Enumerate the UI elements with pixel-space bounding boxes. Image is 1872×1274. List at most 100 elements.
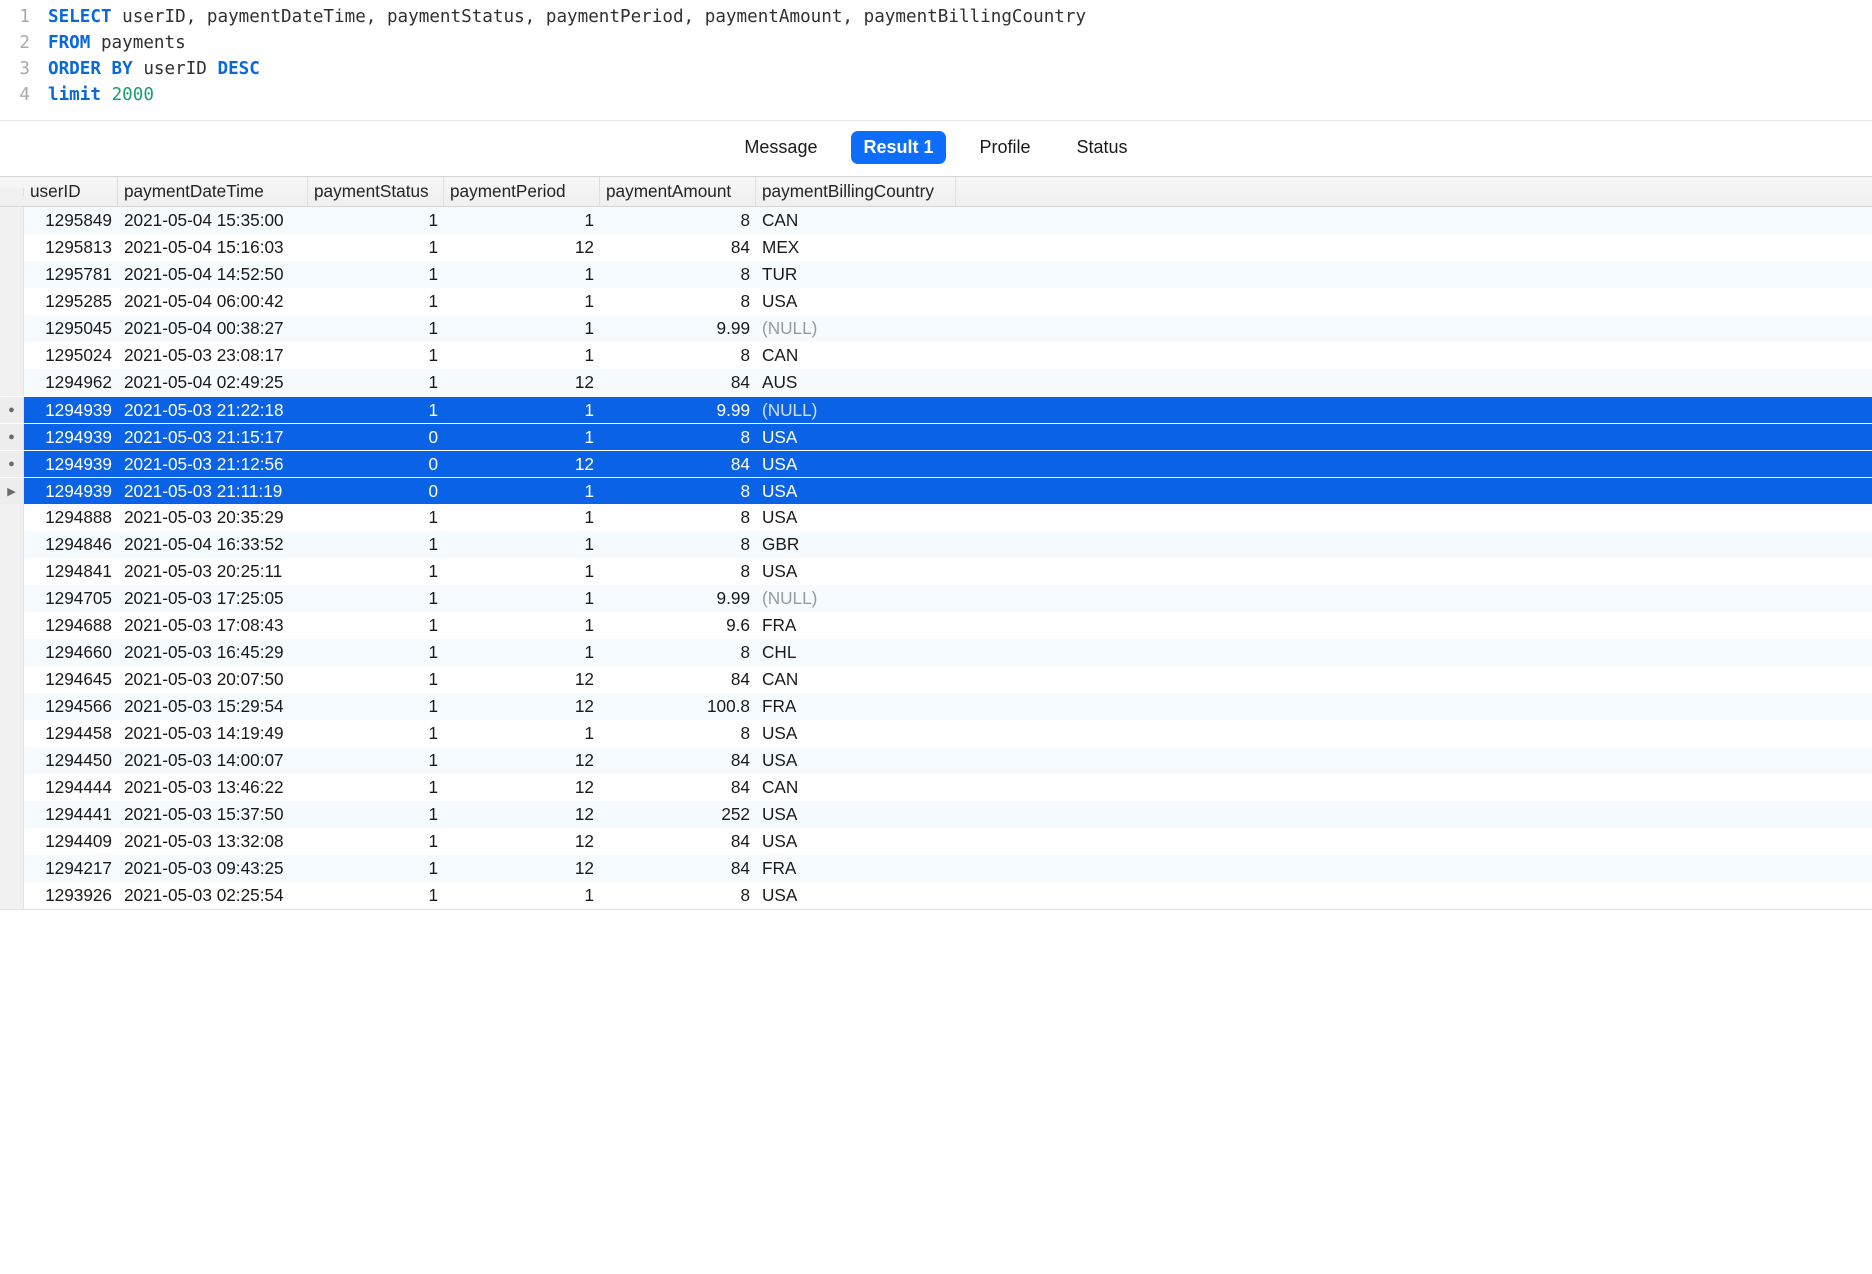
row-marker[interactable] [0,720,24,747]
col-header[interactable]: userID [24,177,118,206]
cell-period[interactable]: 1 [444,427,600,448]
cell-status[interactable]: 0 [308,481,444,502]
cell-datetime[interactable]: 2021-05-04 15:35:00 [118,210,308,231]
cell-status[interactable]: 1 [308,777,444,798]
cell-userid[interactable]: 1295781 [24,264,118,285]
cell-userid[interactable]: 1295849 [24,210,118,231]
cell-status[interactable]: 1 [308,642,444,663]
cell-country[interactable]: CAN [756,777,956,798]
cell-amount[interactable]: 8 [600,345,756,366]
row-marker[interactable] [0,315,24,342]
cell-status[interactable]: 1 [308,858,444,879]
cell-amount[interactable]: 84 [600,858,756,879]
cell-status[interactable]: 1 [308,696,444,717]
table-row[interactable]: 12939262021-05-03 02:25:54118USA [0,882,1872,909]
cell-amount[interactable]: 9.99 [600,400,756,421]
table-row[interactable]: 12948462021-05-04 16:33:52118GBR [0,531,1872,558]
table-row[interactable]: 12946452021-05-03 20:07:5011284CAN [0,666,1872,693]
col-header[interactable]: paymentStatus [308,177,444,206]
cell-status[interactable]: 1 [308,291,444,312]
cell-country[interactable]: USA [756,831,956,852]
cell-period[interactable]: 1 [444,318,600,339]
cell-userid[interactable]: 1295045 [24,318,118,339]
cell-amount[interactable]: 8 [600,507,756,528]
cell-userid[interactable]: 1294939 [24,454,118,475]
cell-country[interactable]: USA [756,481,956,502]
editor-line[interactable]: 1SELECT userID, paymentDateTime, payment… [0,4,1872,30]
cell-datetime[interactable]: 2021-05-04 02:49:25 [118,372,308,393]
tab-result-1[interactable]: Result 1 [851,131,945,164]
col-header[interactable]: paymentBillingCountry [756,177,956,206]
row-marker[interactable] [0,774,24,801]
cell-userid[interactable]: 1294888 [24,507,118,528]
cell-status[interactable]: 1 [308,804,444,825]
cell-status[interactable]: 1 [308,400,444,421]
cell-period[interactable]: 12 [444,750,600,771]
row-marker[interactable] [0,261,24,288]
cell-amount[interactable]: 8 [600,642,756,663]
cell-country[interactable]: USA [756,291,956,312]
cell-datetime[interactable]: 2021-05-03 20:35:29 [118,507,308,528]
cell-datetime[interactable]: 2021-05-04 14:52:50 [118,264,308,285]
row-marker[interactable] [0,855,24,882]
row-marker[interactable] [0,207,24,234]
cell-datetime[interactable]: 2021-05-03 21:15:17 [118,427,308,448]
editor-line[interactable]: 4limit 2000 [0,82,1872,108]
cell-status[interactable]: 1 [308,210,444,231]
cell-country[interactable]: FRA [756,615,956,636]
cell-datetime[interactable]: 2021-05-03 14:00:07 [118,750,308,771]
row-marker[interactable] [0,234,24,261]
cell-country[interactable]: (NULL) [756,400,956,421]
cell-userid[interactable]: 1294409 [24,831,118,852]
table-row[interactable]: 12946882021-05-03 17:08:43119.6FRA [0,612,1872,639]
cell-userid[interactable]: 1294645 [24,669,118,690]
cell-period[interactable]: 12 [444,237,600,258]
editor-line[interactable]: 2FROM payments [0,30,1872,56]
grid-body[interactable]: 12958492021-05-04 15:35:00118CAN12958132… [0,207,1872,909]
table-row[interactable]: 12948412021-05-03 20:25:11118USA [0,558,1872,585]
current-row-icon[interactable]: ▶ [0,478,24,504]
cell-datetime[interactable]: 2021-05-03 02:25:54 [118,885,308,906]
cell-userid[interactable]: 1294217 [24,858,118,879]
cell-status[interactable]: 1 [308,669,444,690]
tab-status[interactable]: Status [1065,131,1140,164]
col-header[interactable]: paymentPeriod [444,177,600,206]
cell-userid[interactable]: 1294962 [24,372,118,393]
cell-userid[interactable]: 1294939 [24,481,118,502]
cell-userid[interactable]: 1294841 [24,561,118,582]
cell-amount[interactable]: 84 [600,454,756,475]
cell-country[interactable]: FRA [756,696,956,717]
row-marker[interactable] [0,504,24,531]
cell-userid[interactable]: 1295024 [24,345,118,366]
cell-country[interactable]: USA [756,561,956,582]
cell-userid[interactable]: 1294444 [24,777,118,798]
cell-status[interactable]: 1 [308,318,444,339]
multi-select-icon[interactable]: ● [0,397,24,423]
cell-userid[interactable]: 1294450 [24,750,118,771]
table-row[interactable]: 12957812021-05-04 14:52:50118TUR [0,261,1872,288]
cell-country[interactable]: (NULL) [756,588,956,609]
cell-userid[interactable]: 1294705 [24,588,118,609]
cell-period[interactable]: 12 [444,831,600,852]
cell-datetime[interactable]: 2021-05-03 16:45:29 [118,642,308,663]
row-marker[interactable] [0,882,24,909]
cell-datetime[interactable]: 2021-05-03 17:25:05 [118,588,308,609]
cell-status[interactable]: 1 [308,723,444,744]
cell-country[interactable]: AUS [756,372,956,393]
table-row[interactable]: ●12949392021-05-03 21:15:17018USA [0,423,1872,450]
table-row[interactable]: ▶12949392021-05-03 21:11:19018USA [0,477,1872,504]
table-row[interactable]: 12942172021-05-03 09:43:2511284FRA [0,855,1872,882]
row-marker[interactable] [0,342,24,369]
cell-amount[interactable]: 84 [600,237,756,258]
cell-country[interactable]: CHL [756,642,956,663]
cell-status[interactable]: 1 [308,615,444,636]
cell-amount[interactable]: 84 [600,372,756,393]
row-marker[interactable] [0,828,24,855]
cell-status[interactable]: 0 [308,427,444,448]
cell-amount[interactable]: 8 [600,210,756,231]
cell-datetime[interactable]: 2021-05-03 21:11:19 [118,481,308,502]
table-row[interactable]: 12958132021-05-04 15:16:0311284MEX [0,234,1872,261]
cell-amount[interactable]: 100.8 [600,696,756,717]
cell-amount[interactable]: 252 [600,804,756,825]
table-row[interactable]: ●12949392021-05-03 21:22:18119.99(NULL) [0,396,1872,423]
